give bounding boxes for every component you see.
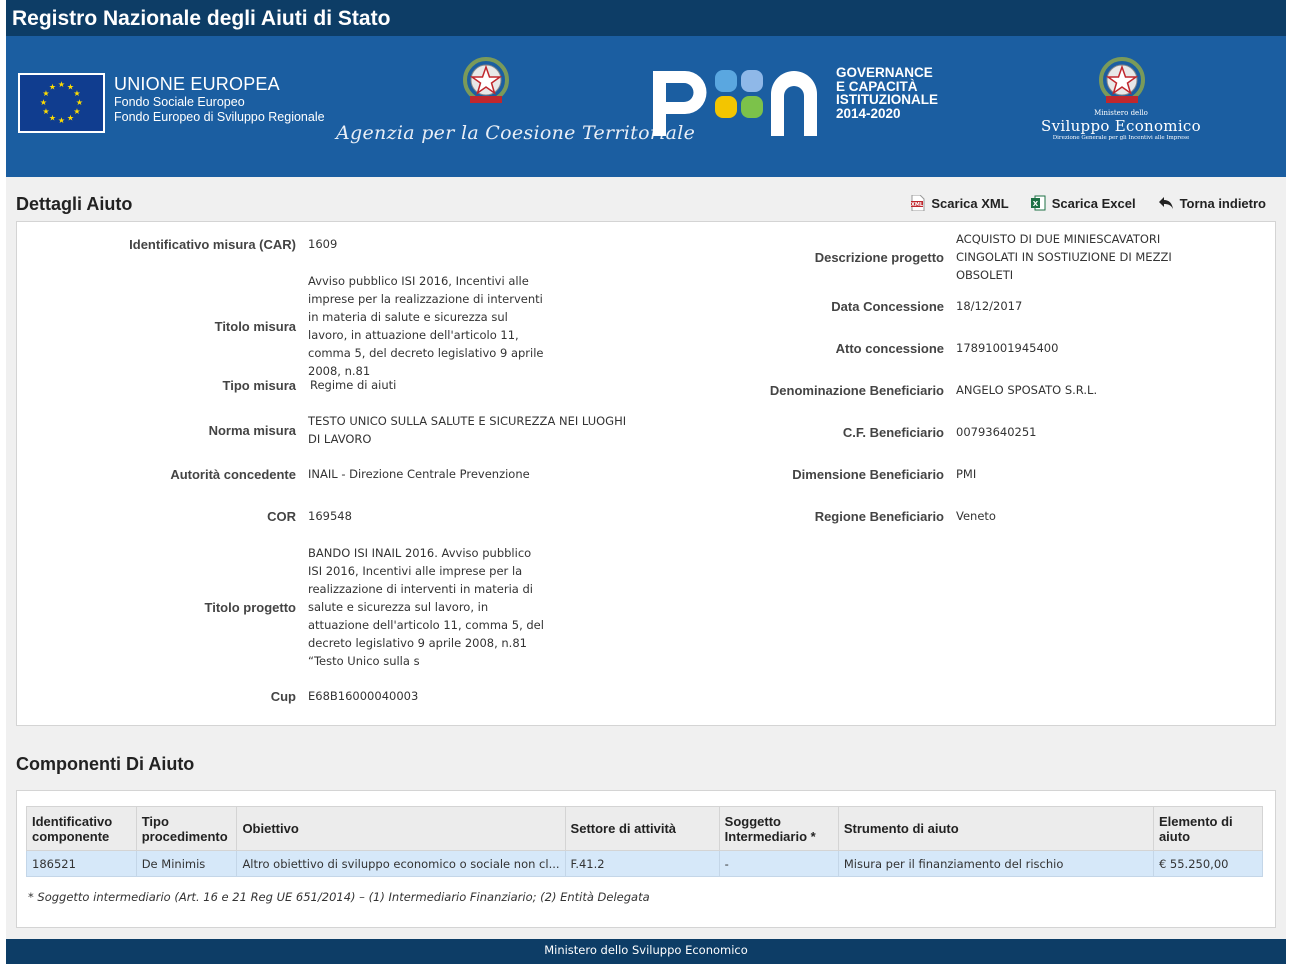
eu-fund-2: Fondo Europeo di Sviluppo Regionale bbox=[114, 110, 325, 124]
table-cell: 186521 bbox=[26, 850, 137, 877]
svg-text:X: X bbox=[1033, 200, 1039, 208]
column-header[interactable]: Identificativo componente bbox=[26, 806, 137, 851]
pon-logo-icon bbox=[653, 66, 828, 141]
download-xml-label: Scarica XML bbox=[931, 195, 1009, 211]
details-actions: XML Scarica XML X Scarica Excel Torna in… bbox=[911, 195, 1266, 211]
italian-republic-emblem-icon bbox=[461, 56, 511, 111]
table-cell: € 55.250,00 bbox=[1152, 850, 1264, 877]
detail-value: ANGELO SPOSATO S.R.L. bbox=[956, 383, 1098, 397]
column-header[interactable]: Elemento di aiuto bbox=[1152, 806, 1264, 851]
detail-row-data-concessione: Data Concessione 18/12/2017 bbox=[16, 297, 1022, 315]
pon-line-1: GOVERNANCE bbox=[836, 65, 933, 80]
detail-label: Regione Beneficiario bbox=[814, 508, 944, 524]
detail-row-cf: C.F. Beneficiario 00793640251 bbox=[16, 423, 1037, 441]
header-banner: ★ ★ ★ ★ ★ ★ ★ ★ ★ ★ ★ ★ UNIONE EUROPEA F… bbox=[6, 36, 1286, 177]
detail-row-descrizione: Descrizione progetto ACQUISTO DI DUE MIN… bbox=[16, 230, 1186, 284]
detail-label: Descrizione progetto bbox=[814, 249, 944, 265]
table-header-row: Identificativo componente Tipo procedime… bbox=[26, 806, 1264, 851]
mise-text-block: Ministero dello Sviluppo Economico Direz… bbox=[1036, 109, 1206, 141]
detail-label: Atto concessione bbox=[835, 340, 944, 356]
mise-emblem-icon bbox=[1097, 56, 1147, 111]
agency-name: Agenzia per la Coesione Territoriale bbox=[336, 122, 696, 144]
detail-label: Dimensione Beneficiario bbox=[792, 466, 944, 482]
svg-text:XML: XML bbox=[911, 202, 924, 208]
download-xml-button[interactable]: XML Scarica XML bbox=[911, 195, 1009, 211]
xml-file-icon: XML bbox=[911, 195, 925, 211]
detail-value: BANDO ISI INAIL 2016. Avviso pubblico IS… bbox=[308, 546, 544, 668]
detail-value: E68B16000040003 bbox=[308, 689, 419, 703]
svg-text:★: ★ bbox=[58, 116, 65, 125]
download-excel-button[interactable]: X Scarica Excel bbox=[1030, 195, 1136, 211]
detail-row-atto: Atto concessione 17891001945400 bbox=[16, 339, 1059, 357]
components-table: Identificativo componente Tipo procedime… bbox=[26, 806, 1264, 877]
detail-label: Denominazione Beneficiario bbox=[769, 382, 944, 398]
detail-label: Titolo misura bbox=[214, 318, 296, 334]
svg-text:★: ★ bbox=[49, 83, 56, 92]
svg-text:★: ★ bbox=[42, 107, 49, 116]
back-label: Torna indietro bbox=[1179, 195, 1266, 211]
eu-title: UNIONE EUROPEA bbox=[114, 74, 280, 94]
column-header[interactable]: Settore di attività bbox=[564, 806, 720, 851]
column-header[interactable]: Obiettivo bbox=[236, 806, 566, 851]
column-header[interactable]: Tipo procedimento bbox=[135, 806, 238, 851]
svg-text:★: ★ bbox=[40, 98, 47, 107]
column-header[interactable]: Strumento di aiuto bbox=[837, 806, 1154, 851]
eu-flag-icon: ★ ★ ★ ★ ★ ★ ★ ★ ★ ★ ★ ★ bbox=[18, 73, 105, 133]
detail-row-titolo-misura: Titolo misura Avviso pubblico ISI 2016, … bbox=[16, 272, 548, 380]
detail-label: C.F. Beneficiario bbox=[842, 424, 944, 440]
detail-label: Cup bbox=[270, 688, 296, 704]
page: Registro Nazionale degli Aiuti di Stato … bbox=[6, 0, 1286, 964]
detail-value: Veneto bbox=[956, 509, 996, 523]
app-title: Registro Nazionale degli Aiuti di Stato bbox=[6, 0, 1286, 36]
back-arrow-icon bbox=[1158, 197, 1173, 209]
table-cell: Altro obiettivo di sviluppo economico o … bbox=[236, 850, 566, 877]
intermediary-footnote: * Soggetto intermediario (Art. 16 e 21 R… bbox=[28, 890, 650, 904]
download-excel-label: Scarica Excel bbox=[1051, 195, 1136, 211]
detail-row-denominazione: Denominazione Beneficiario ANGELO SPOSAT… bbox=[16, 381, 1097, 399]
components-title: Componenti Di Aiuto bbox=[16, 754, 195, 774]
table-cell: De Minimis bbox=[135, 850, 238, 877]
detail-value: ACQUISTO DI DUE MINIESCAVATORI CINGOLATI… bbox=[956, 232, 1172, 282]
detail-value: 17891001945400 bbox=[956, 341, 1059, 355]
back-button[interactable]: Torna indietro bbox=[1158, 196, 1266, 211]
pon-line-2: E CAPACITÀ bbox=[836, 78, 918, 94]
eu-fund-1: Fondo Sociale Europeo bbox=[114, 95, 245, 109]
page-footer: Ministero dello Sviluppo Economico bbox=[6, 939, 1286, 964]
pon-line-3: ISTITUZIONALE bbox=[836, 92, 938, 107]
svg-text:★: ★ bbox=[58, 80, 65, 89]
detail-label: Data Concessione bbox=[831, 298, 944, 314]
svg-text:★: ★ bbox=[76, 98, 83, 107]
pon-line-4: 2014-2020 bbox=[836, 105, 901, 121]
detail-row-dimensione: Dimensione Beneficiario PMI bbox=[16, 465, 976, 483]
detail-row-titolo-progetto: Titolo progetto BANDO ISI INAIL 2016. Av… bbox=[16, 544, 548, 670]
column-header[interactable]: Soggetto Intermediario * bbox=[718, 806, 839, 851]
excel-file-icon: X bbox=[1030, 195, 1046, 211]
pon-text-block: GOVERNANCE E CAPACITÀ ISTITUZIONALE 2014… bbox=[836, 66, 938, 120]
table-cell: - bbox=[718, 850, 839, 877]
svg-text:★: ★ bbox=[67, 114, 74, 123]
table-cell: Misura per il finanziamento del rischio bbox=[837, 850, 1154, 877]
details-title: Dettagli Aiuto bbox=[16, 194, 133, 214]
svg-text:★: ★ bbox=[73, 107, 80, 116]
mise-big-text: Sviluppo Economico bbox=[1041, 117, 1201, 135]
svg-text:★: ★ bbox=[73, 89, 80, 98]
detail-row-regione: Regione Beneficiario Veneto bbox=[16, 507, 996, 525]
detail-label: Titolo progetto bbox=[204, 599, 296, 615]
mise-tiny-text: Direzione Generale per gli Incentivi all… bbox=[1052, 135, 1190, 141]
detail-value: 18/12/2017 bbox=[956, 299, 1023, 313]
table-row[interactable]: 186521 De Minimis Altro obiettivo di svi… bbox=[26, 850, 1264, 877]
eu-text-block: UNIONE EUROPEA Fondo Sociale Europeo Fon… bbox=[114, 74, 325, 125]
detail-value: 00793640251 bbox=[956, 425, 1037, 439]
mise-small-text: Ministero dello bbox=[1094, 109, 1148, 117]
detail-value: Avviso pubblico ISI 2016, Incentivi alle… bbox=[308, 274, 544, 378]
svg-text:★: ★ bbox=[49, 114, 56, 123]
table-cell: F.41.2 bbox=[564, 850, 720, 877]
detail-value: PMI bbox=[956, 467, 977, 481]
detail-row-cup: Cup E68B16000040003 bbox=[16, 687, 419, 705]
